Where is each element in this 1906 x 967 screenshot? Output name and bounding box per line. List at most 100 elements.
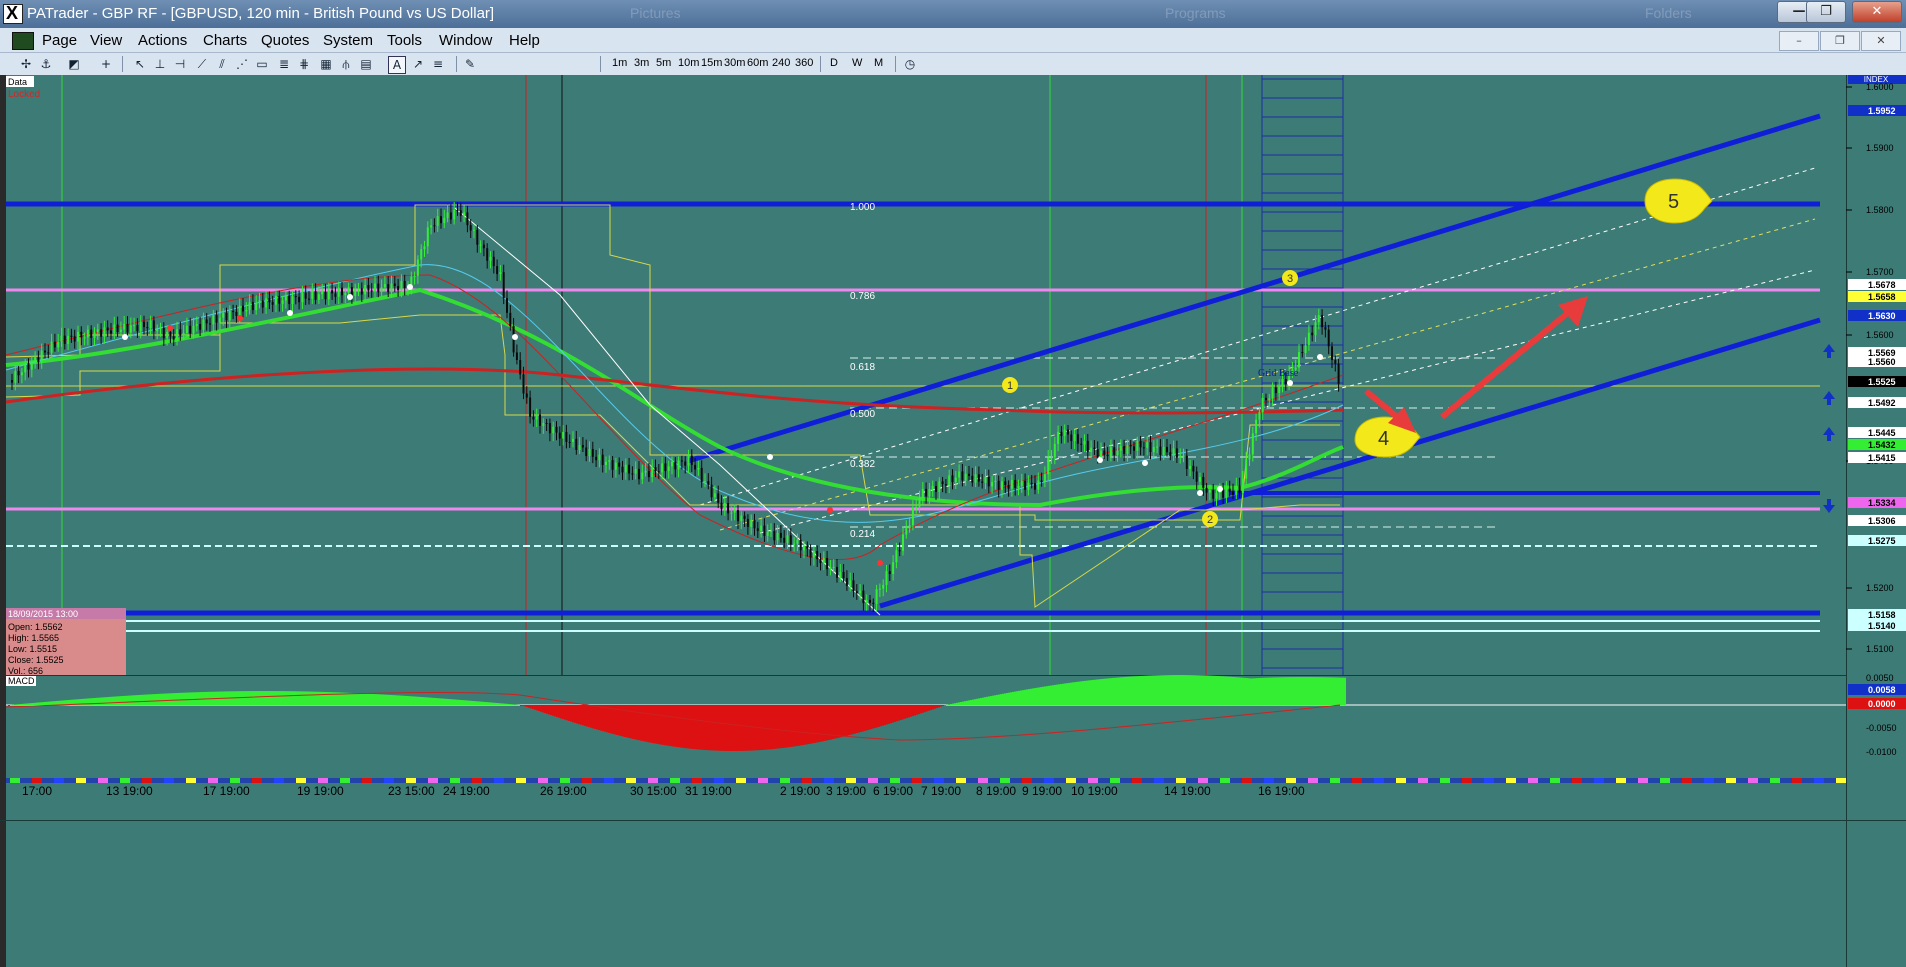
timeframe-240[interactable]: 240	[772, 57, 790, 69]
menu-actions[interactable]: Actions	[138, 32, 187, 49]
close-button[interactable]: ✕	[1852, 1, 1902, 23]
grid-base-label: Grid Base	[1258, 368, 1299, 379]
background-tab-folders: Folders	[1645, 5, 1692, 21]
timeframe-30m[interactable]: 30m	[724, 57, 745, 69]
candle-body	[1284, 379, 1287, 385]
lines-tool-icon[interactable]: ≡	[430, 56, 446, 72]
menu-window[interactable]: Window	[439, 32, 492, 49]
trend-line-tool-icon[interactable]: ⟋	[194, 56, 210, 72]
box-tool-icon[interactable]: ▤	[358, 56, 374, 72]
maximize-button[interactable]: ❐	[1806, 1, 1846, 23]
timeframe-5m[interactable]: 5m	[656, 57, 671, 69]
rectangle-tool-icon[interactable]: ▭	[254, 56, 270, 72]
pitchfork-tool-icon[interactable]: ⫛	[338, 56, 354, 72]
mdi-minimize-button[interactable]: –	[1779, 31, 1819, 51]
macd-bar	[1114, 677, 1116, 705]
timeframe-360[interactable]: 360	[795, 57, 813, 69]
text-tool-icon[interactable]: A	[388, 56, 406, 74]
axis-session-tick	[1616, 778, 1626, 783]
vertical-line-tool-icon[interactable]: ⊣	[172, 56, 188, 72]
menu-quotes[interactable]: Quotes	[261, 32, 309, 49]
macd-bar	[570, 705, 572, 722]
axis-session-tick	[142, 778, 152, 783]
macd-bar	[196, 692, 198, 705]
mdi-close-button[interactable]: ✕	[1861, 31, 1901, 51]
menu-view[interactable]: View	[90, 32, 122, 49]
chart-type-icon[interactable]: ◩	[66, 56, 82, 72]
macd-bar	[780, 705, 782, 749]
anchor-tool-icon[interactable]: ⚓	[38, 56, 54, 72]
macd-bar	[1296, 677, 1298, 705]
macd-bar	[508, 703, 510, 705]
candle-body	[905, 528, 908, 535]
grid-tool-icon[interactable]: ▦	[318, 56, 334, 72]
data-tag: Data	[8, 77, 27, 87]
candle-body	[1090, 447, 1093, 453]
fib-label-0500: 0.500	[850, 409, 875, 420]
axis-session-tick	[1462, 778, 1472, 783]
candle-body	[641, 472, 644, 480]
fib-fan-tool-icon[interactable]: ⋰	[234, 56, 250, 72]
candle-body	[529, 397, 532, 417]
candle-body	[169, 331, 172, 337]
clock-icon[interactable]: ◷	[902, 56, 918, 72]
axis-session-tick	[1440, 778, 1450, 783]
macd-bar	[98, 697, 100, 705]
candle-body	[1014, 480, 1017, 488]
candle-body	[440, 216, 442, 224]
axis-session-tick	[1770, 778, 1780, 783]
crosshair-tool-icon[interactable]: ✢	[18, 56, 34, 72]
macd-bar	[468, 700, 470, 705]
timeframe-60m[interactable]: 60m	[747, 57, 768, 69]
period-weekly[interactable]: W	[852, 57, 862, 69]
axis-session-tick	[516, 778, 526, 783]
candle-body	[314, 291, 317, 300]
menu-help[interactable]: Help	[509, 32, 540, 49]
menu-charts[interactable]: Charts	[203, 32, 247, 49]
fib-label-0214: 0.214	[850, 529, 875, 540]
candle-body	[948, 475, 951, 486]
candle-body	[743, 515, 746, 519]
gann-tool-icon[interactable]: ⋕	[296, 56, 312, 72]
arrow-tool-icon[interactable]: ↗	[410, 56, 426, 72]
channel-tool-icon[interactable]: ⫽	[214, 56, 230, 72]
candle-body	[268, 298, 271, 303]
axis-session-tick	[274, 778, 284, 783]
timeframe-15m[interactable]: 15m	[701, 57, 722, 69]
price-chart[interactable]: 1.000 0.786 0.618 0.500 0.382 0.214 Grid…	[0, 75, 1906, 967]
macd-bar	[800, 705, 802, 746]
menu-system[interactable]: System	[323, 32, 373, 49]
timeframe-1m[interactable]: 1m	[612, 57, 627, 69]
macd-bar	[1188, 675, 1190, 705]
menu-tools[interactable]: Tools	[387, 32, 422, 49]
title-bar[interactable]: X PATrader - GBP RF - [GBPUSD, 120 min -…	[0, 0, 1906, 28]
fib-levels-tool-icon[interactable]: ≣	[276, 56, 292, 72]
period-monthly[interactable]: M	[874, 57, 883, 69]
macd-bar	[1236, 677, 1238, 705]
candle-body	[1010, 480, 1013, 489]
pencil-tool-icon[interactable]: ✎	[462, 56, 478, 72]
candle-body	[1298, 352, 1300, 368]
axis-session-tick	[582, 778, 592, 783]
macd-bar	[808, 705, 810, 745]
pointer-tool-icon[interactable]: ↖	[132, 56, 148, 72]
macd-bar	[186, 692, 188, 705]
period-daily[interactable]: D	[830, 57, 838, 69]
macd-axis-label: 0.0050	[1866, 673, 1894, 683]
macd-bar	[1094, 679, 1096, 705]
mdi-restore-button[interactable]: ❐	[1820, 31, 1860, 51]
candle-body	[1113, 447, 1116, 456]
candle-body	[654, 467, 657, 472]
plus-tool-icon[interactable]: +	[98, 56, 114, 72]
candle-body	[779, 532, 782, 538]
menu-page[interactable]: Page	[42, 32, 77, 49]
timeframe-3m[interactable]: 3m	[634, 57, 649, 69]
timeframe-10m[interactable]: 10m	[678, 57, 699, 69]
macd-bar	[958, 702, 960, 705]
macd-bar	[602, 705, 604, 732]
macd-bar	[1002, 693, 1004, 705]
macd-bar	[746, 705, 748, 751]
macd-bar	[1262, 677, 1264, 705]
horizontal-line-tool-icon[interactable]: ⊥	[152, 56, 168, 72]
macd-bar	[1208, 675, 1210, 705]
